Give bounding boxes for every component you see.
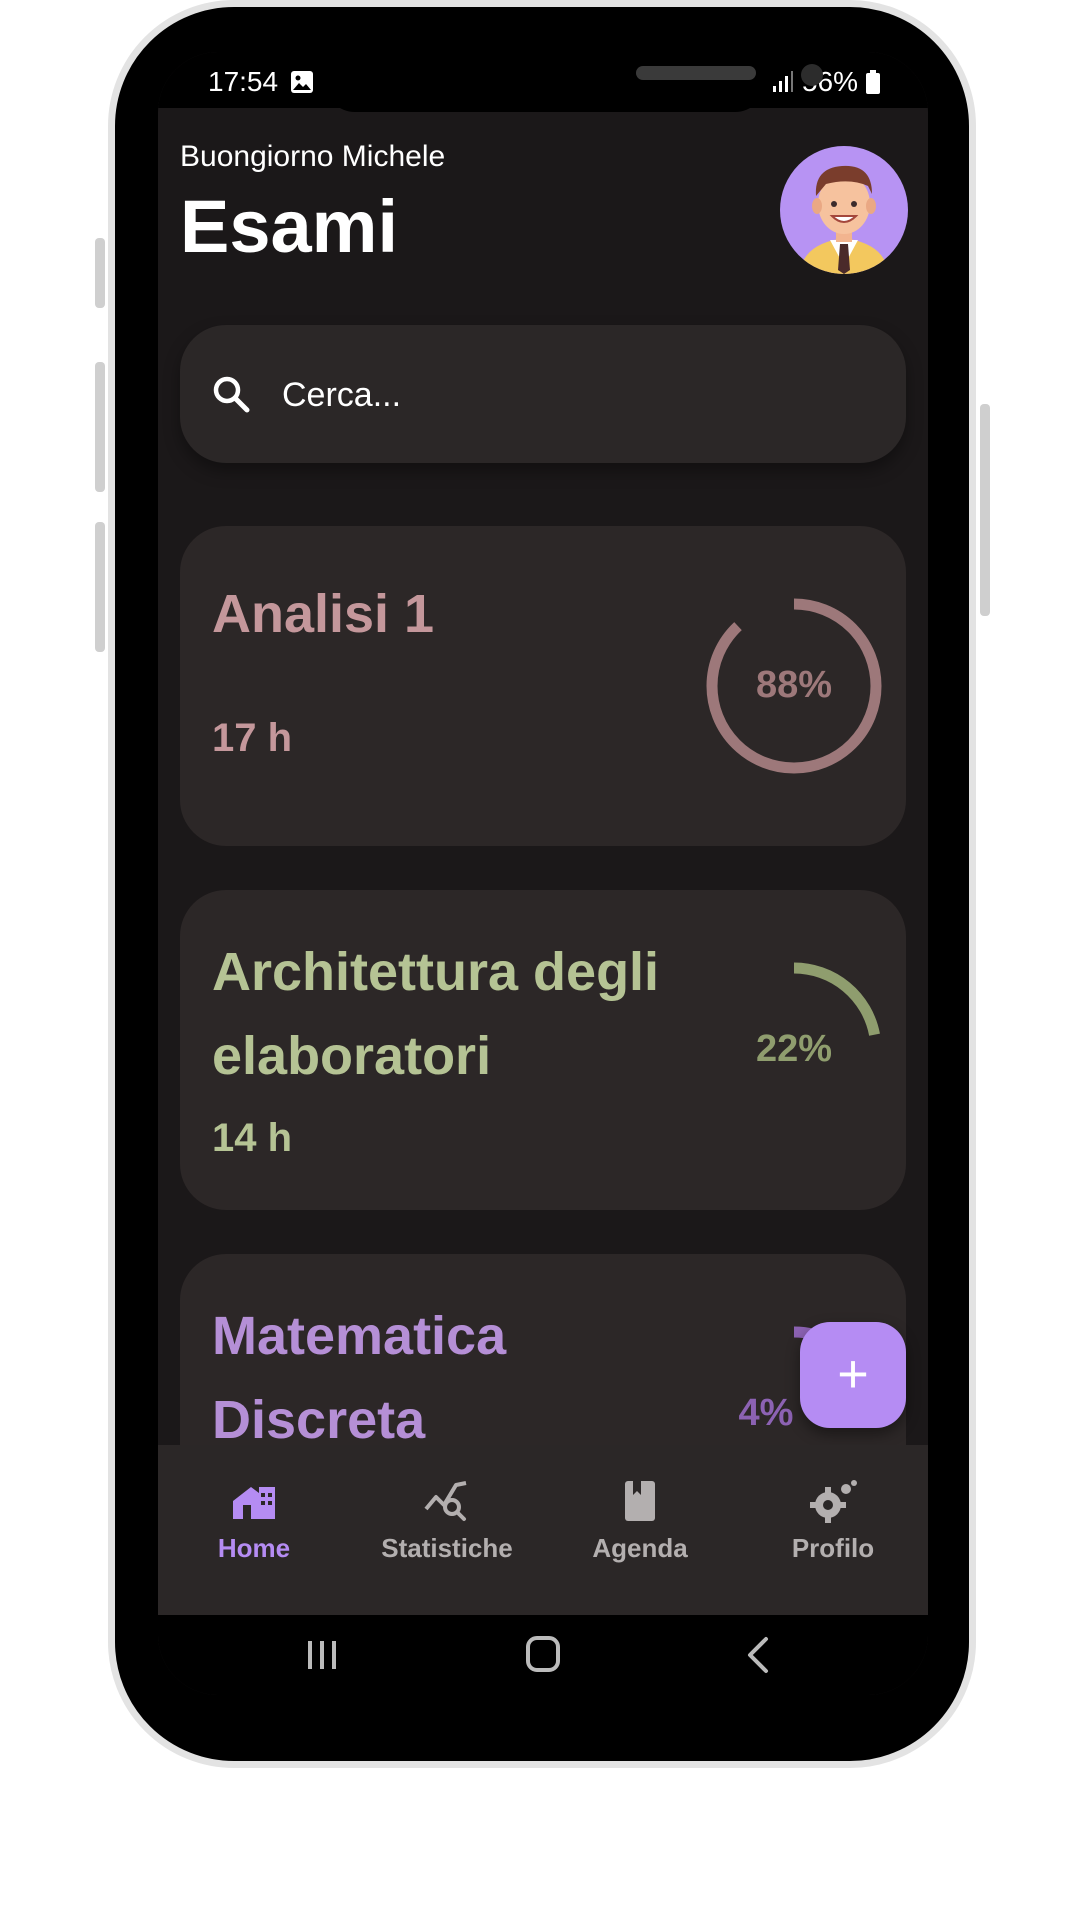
back-icon[interactable]: [728, 1629, 788, 1681]
nav-item-agenda[interactable]: Agenda: [550, 1479, 730, 1564]
exam-title: Matematica Discreta: [212, 1306, 507, 1450]
volume-down-button: [95, 522, 105, 652]
front-camera: [801, 64, 823, 86]
search-bar[interactable]: [180, 325, 906, 463]
search-input[interactable]: [280, 369, 844, 421]
bottom-nav: Home Statistiche Agenda Profilo: [158, 1445, 928, 1615]
status-left: 17:54: [208, 66, 314, 98]
page-title: Esami: [180, 185, 399, 268]
bixby-button: [95, 238, 105, 308]
avatar-illustration: [800, 165, 888, 274]
recent-apps-icon[interactable]: [292, 1629, 352, 1681]
volume-up-button: [95, 362, 105, 492]
home-system-icon[interactable]: [513, 1629, 573, 1681]
nav-label-statistiche: Statistiche: [381, 1533, 513, 1563]
signal-icon: [772, 71, 793, 92]
add-exam-button[interactable]: +: [800, 1322, 906, 1428]
system-nav-bar: [158, 1615, 928, 1695]
screen: 17:54 56% Buongiorno Michele Esami Cerca…: [158, 52, 928, 1695]
book-icon: [625, 1481, 655, 1521]
battery-icon: [866, 70, 880, 94]
camera-notch: [325, 52, 823, 112]
home-icon: [233, 1487, 275, 1519]
power-button: [980, 404, 990, 616]
exam-card[interactable]: Architettura degli elaboratori 14 h 22%: [180, 890, 906, 1210]
status-time: 17:54: [208, 66, 279, 97]
nav-label-agenda: Agenda: [592, 1533, 688, 1563]
exam-title: Architettura degli elaboratori: [212, 942, 660, 1086]
exam-percent: 22%: [755, 1028, 833, 1070]
status-right: 56%: [772, 66, 880, 98]
avatar[interactable]: [780, 146, 908, 274]
settings-icon: [810, 1480, 857, 1523]
nav-label-profilo: Profilo: [791, 1533, 875, 1563]
search-icon: [213, 376, 250, 413]
nav-item-statistiche[interactable]: Statistiche: [357, 1479, 537, 1564]
exam-title: Analisi 1: [212, 584, 435, 644]
exam-percent: 88%: [755, 664, 833, 706]
image-icon: [291, 71, 314, 93]
exam-card[interactable]: Analisi 1 17 h 88%: [180, 526, 906, 846]
nav-label-home: Home: [217, 1533, 291, 1563]
stats-icon: [424, 1481, 467, 1521]
greeting-text: Buongiorno Michele: [180, 140, 446, 173]
exam-hours: 17 h: [212, 716, 293, 760]
nav-item-profilo[interactable]: Profilo: [743, 1479, 923, 1564]
nav-item-home[interactable]: Home: [164, 1479, 344, 1564]
exam-hours: 14 h: [212, 1116, 293, 1160]
earpiece: [636, 66, 756, 80]
